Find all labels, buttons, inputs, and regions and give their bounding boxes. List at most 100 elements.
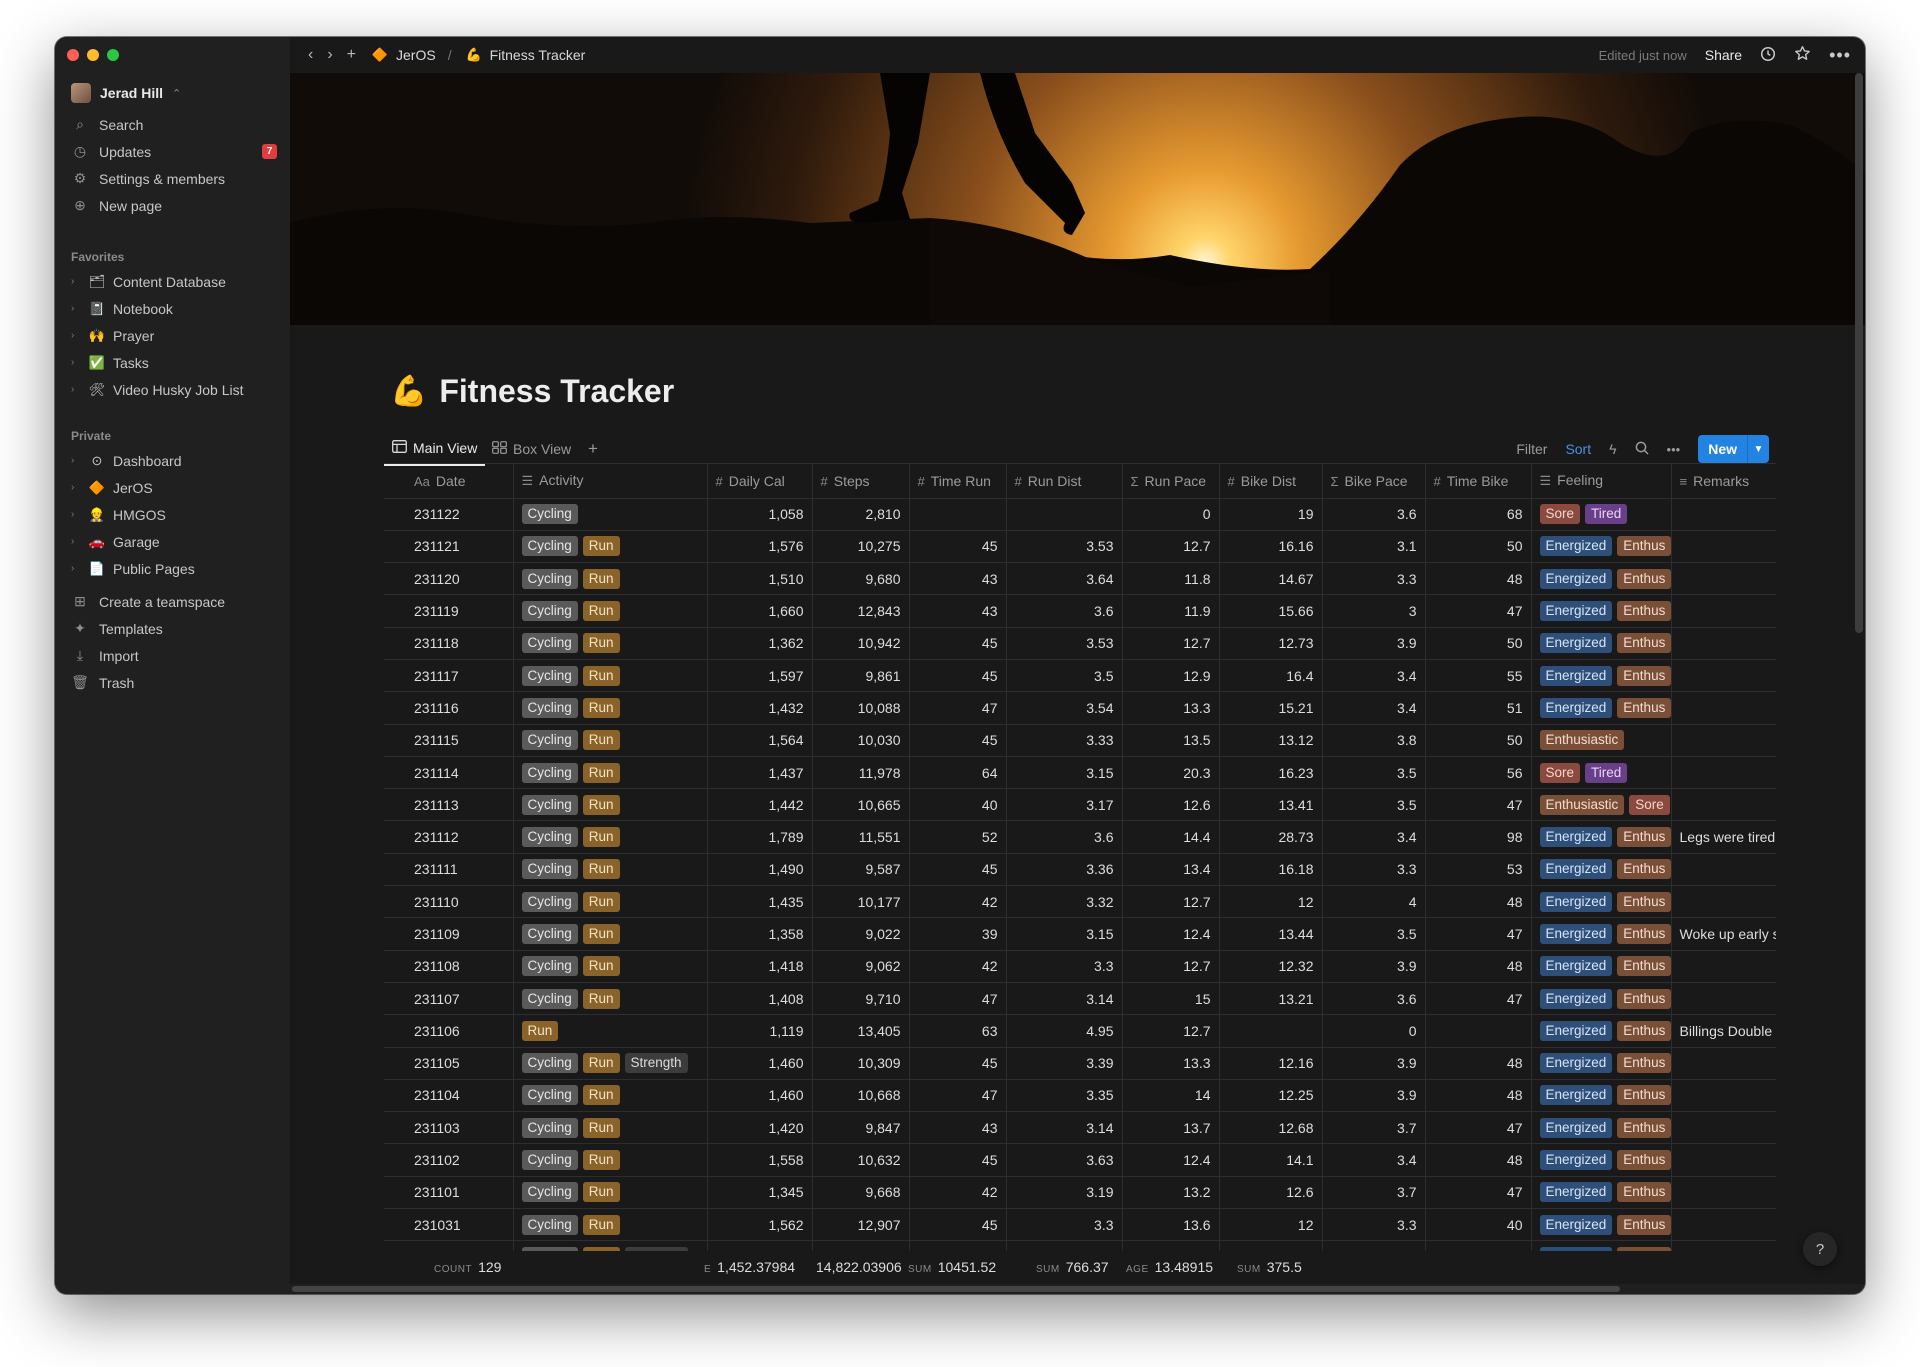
chevron-down-icon[interactable]: ▼ [1747, 435, 1769, 463]
column-header-time-bike[interactable]: # Time Bike [1425, 464, 1532, 499]
tag-cycling[interactable]: Cycling [521, 730, 578, 751]
cell-time-run[interactable]: 42 [909, 950, 1007, 983]
cell-run-dist[interactable]: 3.6 [1006, 820, 1123, 854]
zoom-window-button[interactable] [107, 49, 119, 61]
cell-bike-pace[interactable]: 3.6 [1322, 982, 1426, 1016]
cell-remarks[interactable] [1671, 498, 1776, 531]
cell-run-pace[interactable]: 15 [1122, 982, 1220, 1016]
cell-date[interactable]: 231110 [384, 885, 514, 919]
sidebar-item-templates[interactable]: ✦ Templates [65, 615, 281, 642]
cell-bike-pace[interactable]: 3.7 [1322, 1111, 1426, 1145]
footer-daily-cal[interactable]: E 1,452.37984 [704, 1259, 795, 1275]
column-header-feeling[interactable]: ☰ Feeling [1531, 464, 1672, 499]
tag-enthus[interactable]: Enthus [1617, 988, 1670, 1009]
tag-energized[interactable]: Energized [1539, 633, 1613, 654]
cell-bike-dist[interactable]: 28.73 [1219, 820, 1323, 854]
cell-activity[interactable]: Cycling Run [513, 885, 708, 919]
tag-run[interactable]: Run [582, 730, 620, 751]
tag-run[interactable]: Run [521, 1020, 559, 1041]
cell-run-dist[interactable]: 3.33 [1006, 724, 1123, 757]
table-row[interactable]: 231109 Cycling Run 1,358 9,022 39 3.15 12.4 13.4… [384, 917, 1776, 951]
tag-enthus[interactable]: Enthus [1617, 568, 1670, 589]
cell-time-run[interactable]: 47 [909, 1079, 1007, 1113]
cell-steps[interactable]: 9,861 [812, 659, 910, 693]
cell-steps[interactable]: 9,680 [812, 562, 910, 596]
tag-tired[interactable]: Tired [1585, 762, 1628, 783]
cell-bike-pace[interactable]: 3.3 [1322, 562, 1426, 596]
cell-run-dist[interactable]: 3.19 [1006, 1176, 1123, 1210]
cell-steps[interactable]: 13,405 [812, 1014, 910, 1048]
cell-time-bike[interactable]: 50 [1425, 627, 1532, 660]
cell-bike-pace[interactable]: 3.1 [1322, 530, 1426, 564]
tag-enthus[interactable]: Enthus [1617, 1020, 1670, 1041]
cell-time-bike[interactable]: 53 [1425, 853, 1532, 887]
tag-run[interactable]: Run [582, 601, 620, 622]
cell-time-run[interactable]: 63 [909, 1014, 1007, 1048]
cell-steps[interactable]: 9,710 [812, 982, 910, 1016]
cell-run-dist[interactable]: 3.15 [1006, 756, 1123, 790]
tag-energized[interactable]: Energized [1539, 956, 1613, 977]
cell-run-dist[interactable]: 4.95 [1006, 1014, 1123, 1048]
cell-steps[interactable]: 11,551 [812, 820, 910, 854]
tag-enthusiastic[interactable]: Enthusiastic [1539, 794, 1625, 815]
cell-time-run[interactable]: 64 [909, 756, 1007, 790]
cell-run-pace[interactable]: 13.5 [1122, 724, 1220, 757]
chevron-right-icon[interactable]: › [71, 536, 81, 547]
cell-bike-dist[interactable]: 12.25 [1219, 1079, 1323, 1113]
cell-time-run[interactable]: 45 [909, 530, 1007, 564]
chevron-right-icon[interactable]: › [71, 357, 81, 368]
cell-time-bike[interactable]: 40 [1425, 1208, 1532, 1242]
table-row[interactable]: 231105 Cycling Run Strength 1,460 10,309 45 3.3… [384, 1047, 1776, 1080]
footer-run-pace[interactable]: SUM 766.37 [1036, 1259, 1109, 1275]
cell-feeling[interactable]: EnergizedEnthus [1531, 950, 1672, 983]
cell-date[interactable]: 231108 [384, 950, 514, 983]
cell-steps[interactable]: 10,309 [812, 1047, 910, 1080]
tag-run[interactable]: Run [582, 956, 620, 977]
cell-time-bike[interactable]: 55 [1425, 659, 1532, 693]
cell-time-bike[interactable]: 48 [1425, 562, 1532, 596]
column-header-daily-cal[interactable]: # Daily Cal [707, 464, 813, 499]
cell-bike-dist[interactable]: 14.1 [1219, 1143, 1323, 1177]
cell-feeling[interactable]: Sore Tired [1531, 498, 1672, 531]
tag-enthus[interactable]: Enthus [1617, 536, 1670, 557]
tag-cycling[interactable]: Cycling [521, 1150, 578, 1171]
cell-time-run[interactable]: 47 [909, 691, 1007, 725]
tag-cycling[interactable]: Cycling [521, 1117, 578, 1138]
tag-enthus[interactable]: Enthus [1617, 1053, 1670, 1074]
lightning-icon[interactable]: ϟ [1609, 441, 1616, 457]
cell-date[interactable]: 231114 [384, 756, 514, 790]
cell-feeling[interactable]: EnergizedEnthus [1531, 1240, 1672, 1251]
tag-run[interactable]: Run [582, 536, 620, 557]
cell-bike-pace[interactable]: 3.5 [1322, 788, 1426, 822]
cell-bike-pace[interactable]: 3.3 [1322, 1208, 1426, 1242]
tag-run[interactable]: Run [582, 568, 620, 589]
cell-bike-pace[interactable]: 3.4 [1322, 691, 1426, 725]
cell-time-bike[interactable]: 47 [1425, 1240, 1532, 1251]
table-row[interactable]: 231107 Cycling Run 1,408 9,710 47 3.14 15 13.21 3… [384, 982, 1776, 1016]
cell-feeling[interactable]: EnergizedEnthus [1531, 627, 1672, 660]
page-title[interactable]: 💪 Fitness Tracker [390, 373, 674, 410]
chevron-right-icon[interactable]: › [71, 276, 81, 287]
tag-run[interactable]: Run [582, 633, 620, 654]
cell-steps[interactable]: 10,668 [812, 1079, 910, 1113]
tag-energized[interactable]: Energized [1539, 568, 1613, 589]
cell-cal[interactable]: 1,119 [707, 1014, 813, 1048]
cell-date[interactable]: 231116 [384, 691, 514, 725]
cell-time-bike[interactable]: 48 [1425, 1143, 1532, 1177]
cell-run-pace[interactable]: 0 [1122, 498, 1220, 531]
cell-time-bike[interactable]: 48 [1425, 1079, 1532, 1113]
cell-bike-dist[interactable]: 13.44 [1219, 917, 1323, 951]
cell-run-dist[interactable]: 3.35 [1006, 1079, 1123, 1113]
cell-run-pace[interactable]: 13.3 [1122, 1047, 1220, 1080]
tag-run[interactable]: Run [582, 1053, 620, 1074]
sidebar-item-video-husky-job-list[interactable]: › 🛠 Video Husky Job List [65, 376, 281, 403]
sidebar-item-garage[interactable]: › 🚗 Garage [65, 528, 281, 555]
cell-run-pace[interactable]: 12.7 [1122, 1014, 1220, 1048]
cell-time-bike[interactable]: 51 [1425, 691, 1532, 725]
cell-date[interactable]: 231112 [384, 820, 514, 854]
cell-run-pace[interactable]: 13.2 [1122, 1176, 1220, 1210]
tag-cycling[interactable]: Cycling [521, 633, 578, 654]
search-icon[interactable] [1635, 441, 1649, 458]
table-row[interactable]: 231115 Cycling Run 1,564 10,030 45 3.33 13.5 13.… [384, 724, 1776, 757]
cell-time-bike[interactable]: 47 [1425, 1111, 1532, 1145]
